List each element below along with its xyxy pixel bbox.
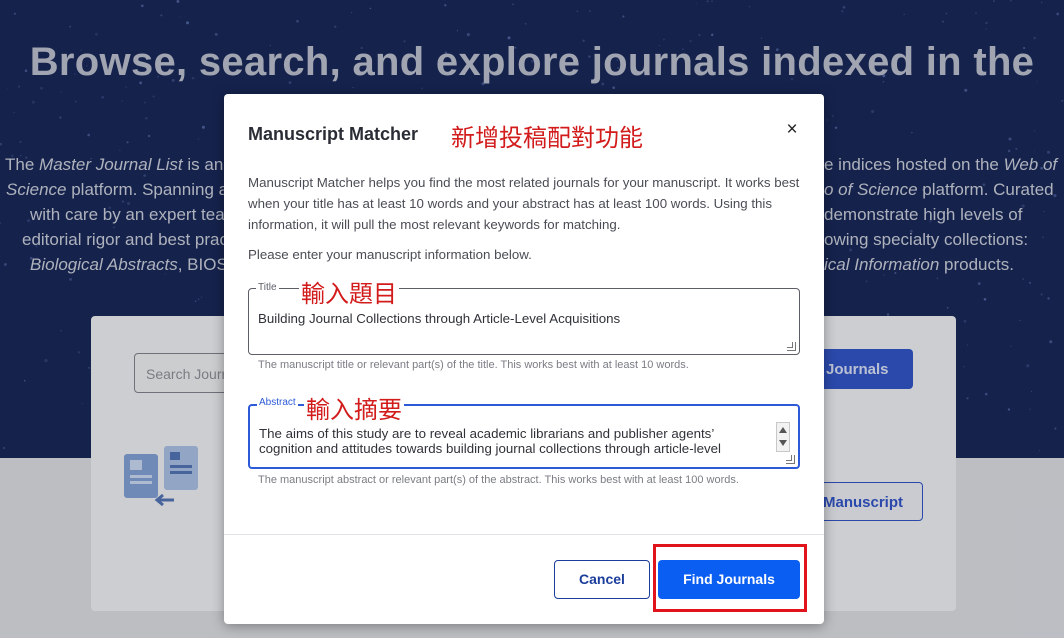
annotation-feature-note: 新增投稿配對功能 [449,124,645,152]
annotation-highlight-box [653,544,807,612]
abstract-field-value[interactable]: The aims of this study are to reveal aca… [259,426,769,458]
annotation-title-hint: 輸入題目 [299,280,399,308]
title-field-helper: The manuscript title or relevant part(s)… [258,359,689,371]
dialog-description: Manuscript Matcher helps you find the mo… [248,175,800,232]
title-field-label: Title [256,282,279,293]
resize-handle-icon[interactable] [786,455,795,464]
close-icon[interactable]: × [780,118,804,142]
resize-handle-icon[interactable] [787,342,796,351]
dialog-title: Manuscript Matcher [248,124,419,144]
manuscript-matcher-dialog: Manuscript Matcher 新增投稿配對功能 × Manuscript… [224,94,824,624]
cancel-button[interactable]: Cancel [554,560,650,599]
dialog-instruction: Please enter your manuscript information… [248,247,532,262]
abstract-field-helper: The manuscript abstract or relevant part… [258,474,739,486]
abstract-field-label: Abstract [257,397,298,408]
title-field-value[interactable]: Building Journal Collections through Art… [258,311,768,326]
annotation-abstract-hint: 輸入摘要 [304,396,404,424]
footer-divider [224,534,824,535]
scroll-arrows-icon[interactable] [776,422,790,452]
